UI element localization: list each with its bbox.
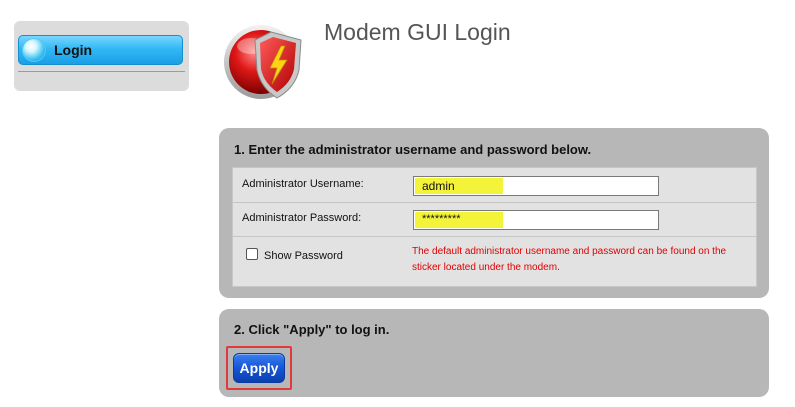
step2-heading: 2. Click "Apply" to log in. <box>234 322 390 337</box>
username-value: admin <box>422 179 455 193</box>
apply-focus-frame: Apply <box>226 346 292 390</box>
username-row: Administrator Username: admin <box>233 168 756 203</box>
orb-icon <box>22 38 46 62</box>
sidebar-divider <box>18 71 185 72</box>
credentials-panel: 1. Enter the administrator username and … <box>219 128 769 298</box>
step1-heading: 1. Enter the administrator username and … <box>234 142 592 157</box>
default-credentials-hint: The default administrator username and p… <box>412 246 727 273</box>
show-password-toggle[interactable]: Show Password <box>246 246 343 262</box>
username-label: Administrator Username: <box>242 178 364 190</box>
apply-panel: 2. Click "Apply" to log in. Apply <box>219 309 769 397</box>
credentials-form: Administrator Username: admin Administra… <box>232 167 757 287</box>
password-value: ********* <box>422 213 461 225</box>
page-title: Modem GUI Login <box>324 19 511 45</box>
show-password-label: Show Password <box>264 250 343 262</box>
password-label: Administrator Password: <box>242 212 362 224</box>
show-password-row: Show Password The default administrator … <box>233 236 756 288</box>
apply-button[interactable]: Apply <box>233 353 285 383</box>
username-field[interactable]: admin <box>413 176 659 196</box>
password-field[interactable]: ********* <box>413 210 659 230</box>
password-row: Administrator Password: ********* <box>233 202 756 237</box>
sidebar-item-label: Login <box>54 42 93 58</box>
sidebar-item-login[interactable]: Login <box>18 35 183 65</box>
sidebar: Login <box>14 21 189 91</box>
shield-lightning-icon <box>224 25 302 99</box>
show-password-checkbox[interactable] <box>246 248 258 260</box>
